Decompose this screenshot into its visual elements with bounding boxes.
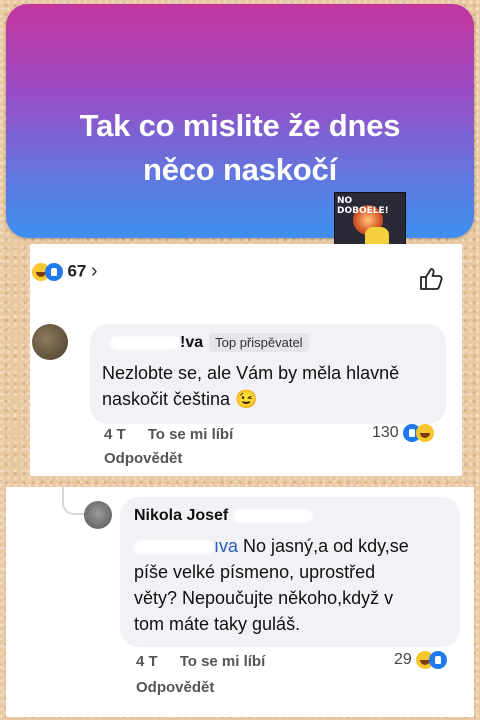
- reply-text-line2: píše velké písmeno, uprostřed: [134, 562, 376, 582]
- post-reaction-count: 67: [67, 261, 87, 281]
- thumbs-up-icon[interactable]: [418, 266, 444, 292]
- commenter-avatar[interactable]: [32, 324, 68, 360]
- post-reactions-summary[interactable]: 67 ›: [32, 260, 98, 283]
- redacted-surname: [232, 508, 313, 523]
- reply-text-line3: věty? Nepoučujte někoho,když v: [134, 588, 394, 608]
- redacted-mention: [134, 540, 214, 555]
- reply-reply-button[interactable]: Odpovědět: [136, 679, 214, 696]
- post-text: Tak co mislite že dnes něco naskočí: [6, 104, 474, 192]
- comment-author[interactable]: !va: [180, 334, 203, 351]
- reply-reactions[interactable]: 29: [394, 651, 448, 669]
- post-text-line2: něco naskočí: [142, 152, 337, 187]
- comment-reaction-count: 130: [372, 424, 399, 442]
- comment-actions: 4 T To se mi líbí: [104, 426, 255, 443]
- reply-panel: Nikola Josef ıva No jasný,a od kdy,se pí…: [6, 487, 474, 717]
- chevron-right-icon: ›: [90, 260, 98, 282]
- thread-line: [62, 487, 86, 515]
- reply-time: 4 T: [136, 653, 158, 670]
- reply-reaction-count: 29: [394, 651, 412, 669]
- reply-text-line1: ıva No jasný,a od kdy,se: [134, 533, 409, 559]
- like-button[interactable]: To se mi líbí: [148, 426, 234, 443]
- comments-panel: 67 › !va Top přispěvatel Nezlobte se, ale…: [30, 244, 462, 476]
- reply-actions: 4 T To se mi líbí: [136, 653, 287, 670]
- top-contributor-badge: Top přispěvatel: [209, 333, 309, 352]
- reply-text-line4: tom máte taky guláš.: [134, 614, 301, 634]
- haha-reaction-icon: [416, 424, 435, 442]
- reply-like-button[interactable]: To se mi líbí: [180, 653, 266, 670]
- like-reaction-icon: [45, 262, 63, 281]
- reply-button[interactable]: Odpovědět: [104, 450, 182, 467]
- comment-time: 4 T: [104, 426, 126, 443]
- reply-mention[interactable]: ıva: [214, 536, 238, 556]
- comment-author-row: !va Top přispěvatel: [110, 333, 309, 352]
- reply-author[interactable]: Nikola Josef: [134, 507, 228, 524]
- post-text-line1: Tak co mislite že dnes: [79, 108, 401, 143]
- comment-reactions[interactable]: 130: [372, 424, 435, 442]
- comment-text-line2: naskočit čeština 😉: [102, 389, 258, 409]
- comment-text-line1: Nezlobte se, ale Vám by měla hlavně: [102, 363, 400, 383]
- reply-author-row: Nikola Josef: [134, 507, 313, 525]
- comment-bubble: !va Top přispěvatel Nezlobte se, ale Vám …: [90, 324, 446, 424]
- reply-avatar[interactable]: [84, 501, 112, 529]
- reply-text-line1-rest: No jasný,a od kdy,se: [243, 536, 409, 556]
- post-reactions-row[interactable]: 67 ›: [30, 256, 462, 290]
- redacted-name: [110, 335, 180, 350]
- reply-text: ıva No jasný,a od kdy,se píše velké písm…: [134, 533, 409, 637]
- comment-text: Nezlobte se, ale Vám by měla hlavně nask…: [102, 360, 399, 412]
- meme-caption: NO DOBOELE!: [337, 196, 389, 216]
- like-reaction-icon: [429, 651, 448, 669]
- reply-bubble: Nikola Josef ıva No jasný,a od kdy,se pí…: [120, 497, 460, 647]
